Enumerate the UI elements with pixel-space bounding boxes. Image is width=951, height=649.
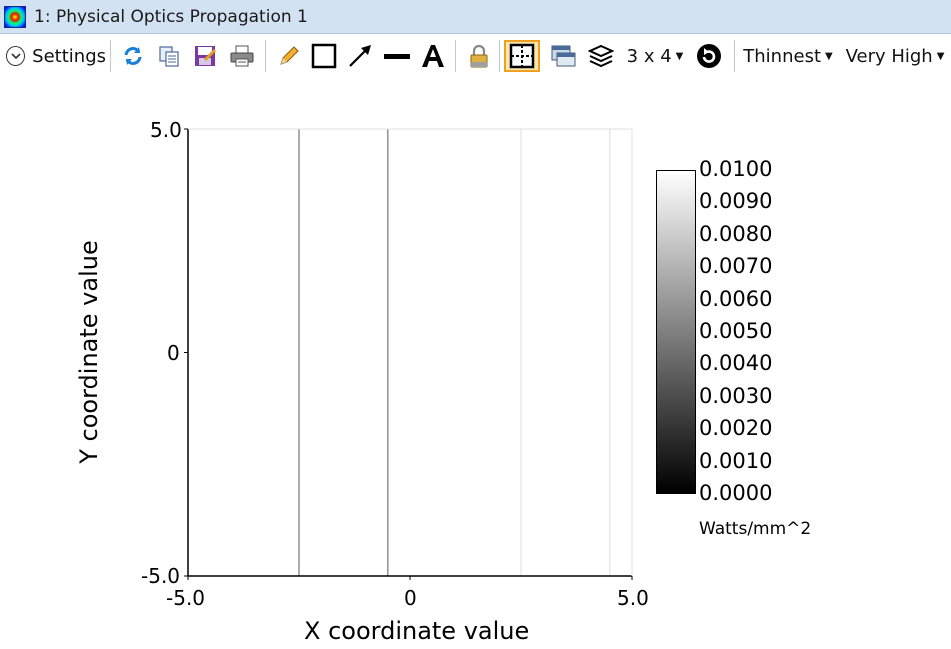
analysis-window: 1: Physical Optics Propagation 1 Setting… (0, 0, 951, 649)
colorbar-label-6: 0.0040 (699, 351, 773, 376)
x-axis-title: X coordinate value (304, 617, 530, 645)
colorbar-label-8: 0.0020 (699, 416, 773, 441)
x-tick-label-middle: 0 (404, 586, 417, 610)
colorbar-label-4: 0.0060 (699, 286, 773, 311)
colorbar-label-1: 0.0090 (699, 189, 773, 214)
y-axis-title: Y coordinate value (75, 240, 103, 464)
plot-canvas (184, 128, 633, 580)
colorbar-label-0: 0.0100 (699, 157, 773, 181)
colorbar-units: Watts/mm^2 (699, 519, 812, 539)
colorbar-label-10: 0.0000 (699, 481, 773, 505)
y-tick-label-middle: 0 (167, 341, 180, 365)
x-tick-label-right: 5.0 (617, 586, 649, 610)
x-tick-label-left: -5.0 (166, 586, 206, 610)
y-tick-label-top: 5.0 (150, 118, 182, 142)
colorbar-label-9: 0.0010 (699, 448, 773, 473)
colorbar-label-7: 0.0030 (699, 383, 773, 408)
y-tick-label-bottom: -5.0 (141, 564, 181, 588)
colorbar-label-5: 0.0050 (699, 319, 773, 343)
colorbar-label-3: 0.0070 (699, 254, 773, 279)
colorbar-label-2: 0.0080 (699, 221, 773, 246)
plot-background (188, 129, 632, 576)
colorbar (656, 170, 696, 494)
